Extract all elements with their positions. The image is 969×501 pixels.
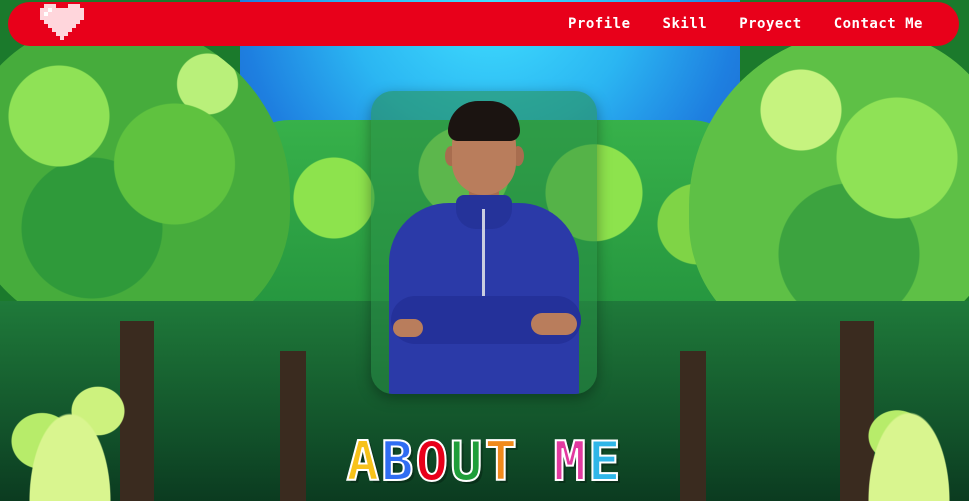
heading-letter: E [587,429,623,494]
profile-photo [371,91,597,394]
heading-letter: M [553,429,589,494]
nav-link-proyect[interactable]: Proyect [739,16,802,32]
heading-letter [519,430,554,493]
nav-links: Profile Skill Proyect Contact Me [568,16,923,32]
heading-letter: U [449,429,485,494]
about-me-heading: ABOUT ME [0,429,969,494]
heading-letter: O [414,429,450,494]
nav-link-contact-me[interactable]: Contact Me [834,16,923,32]
nav-link-skill[interactable]: Skill [663,16,708,32]
heading-letter: T [484,429,520,494]
heading-letter: A [345,429,381,494]
heading-letter: B [380,429,416,494]
profile-photo-card [371,91,597,394]
hair [448,101,520,141]
hand [393,319,423,337]
navbar: Profile Skill Proyect Contact Me [8,2,959,46]
sweater-zip [482,209,485,299]
nav-link-profile[interactable]: Profile [568,16,631,32]
pixel-heart-icon[interactable] [40,4,88,44]
hand [531,313,577,335]
